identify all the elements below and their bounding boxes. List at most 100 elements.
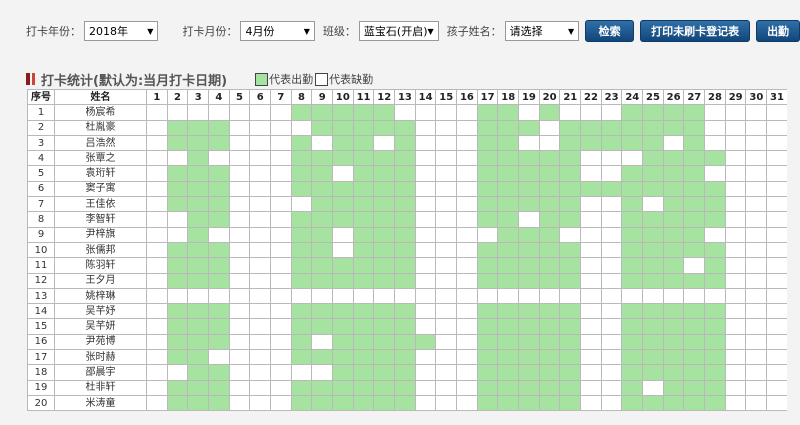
attendance-cell-present [332, 180, 354, 198]
title-marker-icon [26, 73, 30, 85]
attendance-cell-absent [745, 226, 768, 243]
attendance-cell-present [538, 318, 561, 335]
attendance-cell-present [311, 257, 334, 274]
export-attendance-button[interactable]: 出勤 [756, 20, 800, 42]
attendance-cell-absent [208, 349, 230, 366]
attendance-cell-present [166, 303, 189, 320]
attendance-cell-present [208, 165, 230, 182]
attendance-cell-absent [745, 257, 768, 274]
attendance-cell-absent [724, 226, 747, 243]
attendance-cell-absent [166, 211, 189, 228]
attendance-cell-present [683, 150, 706, 167]
attendance-cell-absent [332, 241, 354, 259]
column-header-day: 8 [290, 89, 313, 106]
child-name: 窦子寓 [54, 180, 147, 198]
attendance-cell-absent [414, 180, 437, 198]
attendance-cell-absent [518, 134, 540, 152]
table-row: 10 张儒邦 [27, 241, 787, 259]
attendance-cell-present [394, 211, 416, 228]
table-row: 16 尹苑博 [27, 333, 787, 351]
attendance-cell-present [290, 180, 313, 198]
attendance-cell-absent [249, 180, 272, 198]
attendance-cell-present [290, 226, 313, 243]
attendance-cell-present [538, 180, 561, 198]
attendance-cell-present [352, 211, 375, 228]
attendance-cell-present [704, 272, 726, 289]
search-button[interactable]: 检索 [585, 20, 635, 42]
attendance-cell-absent [600, 272, 623, 289]
attendance-cell-present [476, 257, 499, 274]
row-index: 15 [27, 318, 55, 335]
table-row: 9 尹梓旗 [27, 226, 787, 243]
attendance-cell-absent [414, 119, 437, 136]
year-select[interactable]: 2018年 ▼ [84, 21, 159, 41]
attendance-cell-present [518, 241, 540, 259]
attendance-cell-present [518, 394, 540, 411]
attendance-cell-present [538, 196, 561, 213]
attendance-cell-present [476, 379, 499, 396]
attendance-cell-present [538, 394, 561, 411]
attendance-cell-absent [745, 180, 768, 198]
attendance-cell-absent [580, 379, 602, 396]
attendance-cell-absent [766, 272, 787, 289]
attendance-cell-present [559, 180, 582, 198]
attendance-cell-absent [766, 226, 787, 243]
attendance-cell-absent [580, 349, 602, 366]
attendance-cell-absent [249, 150, 272, 167]
attendance-cell-absent [208, 287, 230, 305]
attendance-cell-absent [456, 150, 478, 167]
attendance-cell-absent [311, 364, 334, 381]
attendance-cell-absent [745, 394, 768, 411]
attendance-cell-present [518, 272, 540, 289]
table-row: 18 邵晨宇 [27, 364, 787, 381]
attendance-cell-present [518, 150, 540, 167]
column-header-day: 4 [208, 89, 230, 106]
attendance-cell-absent [435, 241, 458, 259]
row-index: 12 [27, 272, 55, 289]
attendance-cell-present [476, 318, 499, 335]
print-unswiped-button[interactable]: 打印未刷卡登记表 [640, 20, 751, 42]
row-index: 14 [27, 303, 55, 320]
attendance-cell-absent [766, 287, 787, 305]
attendance-cell-absent [166, 364, 189, 381]
attendance-cell-present [311, 318, 334, 335]
attendance-cell-absent [600, 333, 623, 351]
attendance-cell-present [580, 180, 602, 198]
attendance-cell-absent [724, 134, 747, 152]
attendance-cell-absent [642, 379, 664, 396]
attendance-cell-present [580, 119, 602, 136]
attendance-cell-present [497, 119, 520, 136]
attendance-cell-absent [270, 241, 292, 259]
attendance-cell-absent [724, 119, 747, 136]
attendance-cell-absent [766, 394, 787, 411]
attendance-cell-present [394, 180, 416, 198]
attendance-cell-present [290, 379, 313, 396]
attendance-cell-present [166, 257, 189, 274]
column-header-day: 2 [166, 89, 189, 106]
child-name: 张覃之 [54, 150, 147, 167]
attendance-cell-present [476, 134, 499, 152]
attendance-cell-absent [724, 165, 747, 182]
attendance-cell-present [187, 257, 210, 274]
attendance-cell-present [662, 226, 685, 243]
attendance-cell-present [642, 211, 664, 228]
attendance-cell-present [187, 226, 210, 243]
present-legend-label: 代表出勤 [269, 73, 314, 86]
attendance-cell-present [311, 394, 334, 411]
attendance-cell-absent [270, 333, 292, 351]
attendance-cell-absent [249, 165, 272, 182]
attendance-cell-absent [745, 349, 768, 366]
attendance-cell-absent [704, 226, 726, 243]
attendance-cell-present [642, 272, 664, 289]
attendance-cell-present [290, 165, 313, 182]
attendance-cell-present [332, 104, 354, 121]
child-name: 陈羽轩 [54, 257, 147, 274]
attendance-cell-present [373, 165, 396, 182]
month-select[interactable]: 4月份 ▼ [240, 21, 315, 41]
attendance-cell-absent [600, 211, 623, 228]
year-label: 打卡年份： [26, 25, 81, 38]
class-select[interactable]: 蓝宝石(开启) ▼ [358, 21, 439, 41]
attendance-cell-absent [745, 196, 768, 213]
child-select[interactable]: 请选择 ▼ [504, 21, 580, 41]
attendance-cell-absent [456, 180, 478, 198]
